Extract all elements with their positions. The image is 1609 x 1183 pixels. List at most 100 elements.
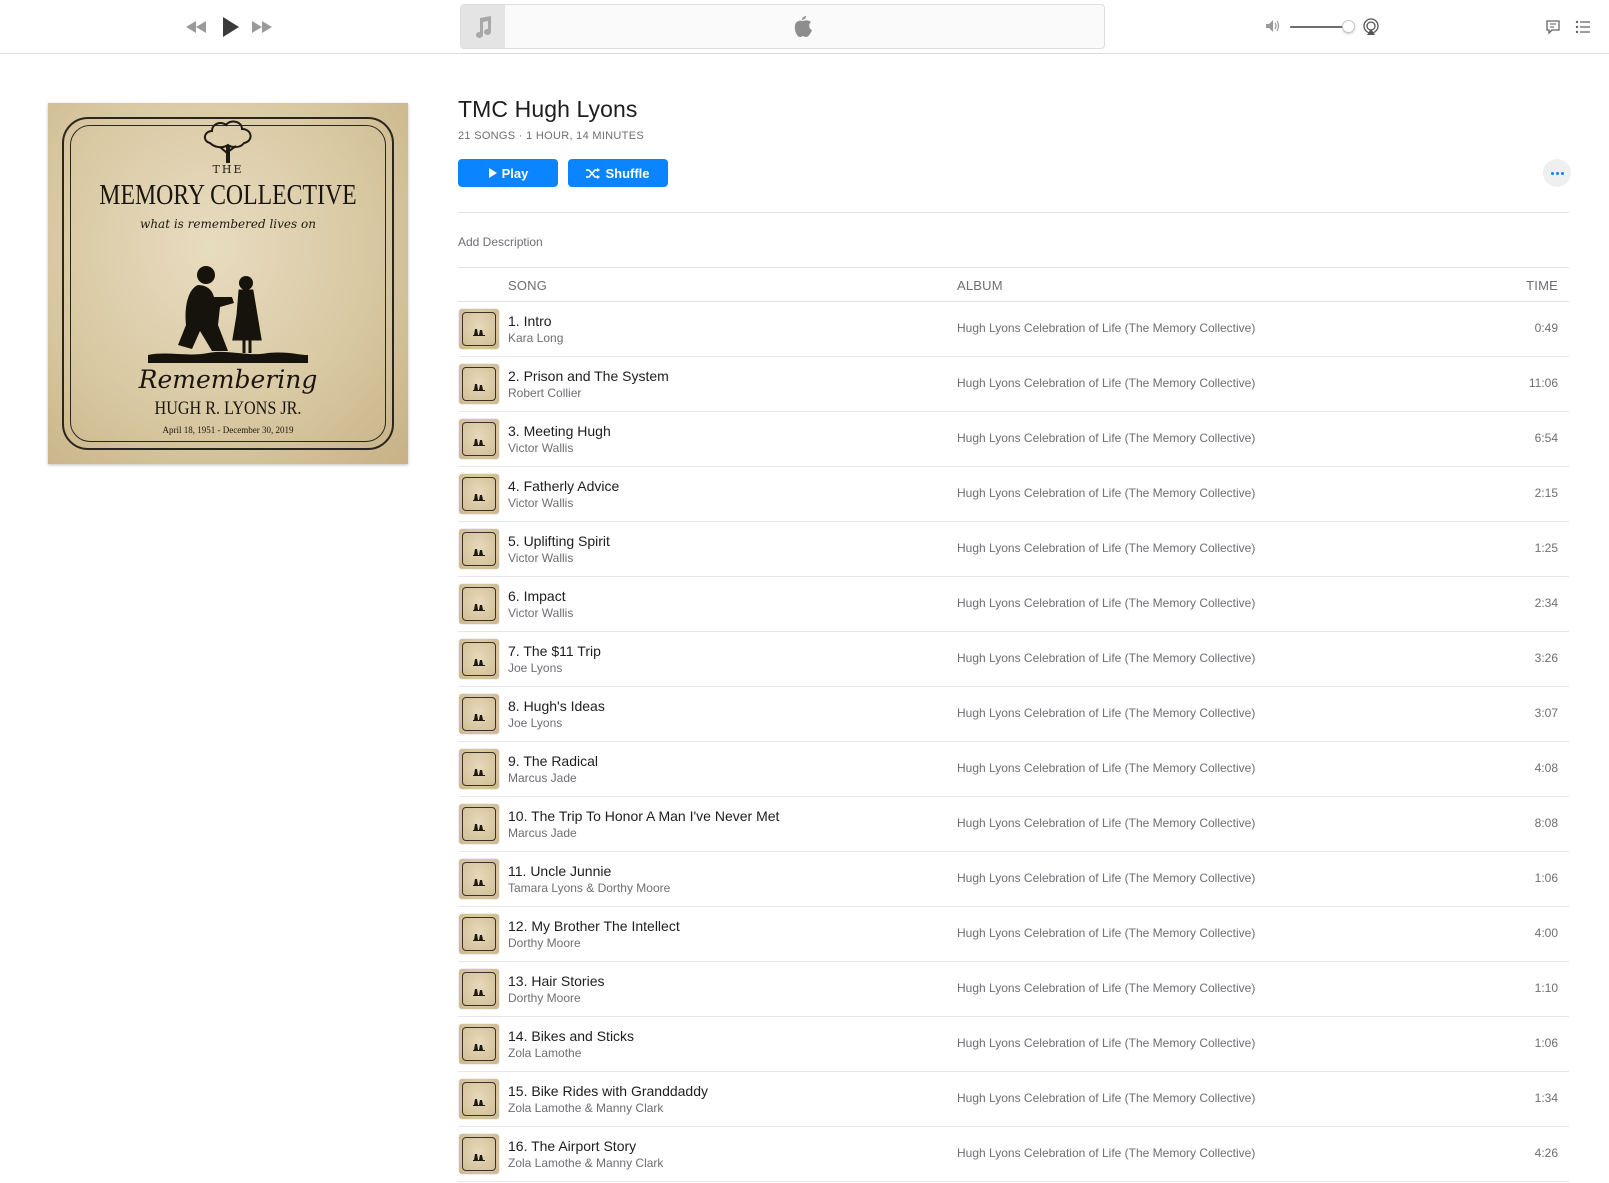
song-time: 1:25 [1534, 541, 1558, 555]
song-artist[interactable]: Marcus Jade [508, 826, 577, 840]
song-album[interactable]: Hugh Lyons Celebration of Life (The Memo… [957, 1036, 1255, 1050]
song-album[interactable]: Hugh Lyons Celebration of Life (The Memo… [957, 1091, 1255, 1105]
song-album[interactable]: Hugh Lyons Celebration of Life (The Memo… [957, 486, 1255, 500]
song-artist[interactable]: Joe Lyons [508, 661, 562, 675]
volume-icon [1264, 18, 1282, 34]
rewind-icon [186, 21, 206, 33]
song-album[interactable]: Hugh Lyons Celebration of Life (The Memo… [957, 596, 1255, 610]
play-playlist-button[interactable]: Play [458, 159, 558, 187]
song-album[interactable]: Hugh Lyons Celebration of Life (The Memo… [957, 1146, 1255, 1160]
column-header-time[interactable]: TIME [1526, 278, 1558, 293]
more-options-button[interactable] [1543, 159, 1571, 187]
song-title: 4. Fatherly Advice [508, 478, 620, 494]
table-row[interactable]: 11. Uncle Junnie Tamara Lyons & Dorthy Mo… [458, 852, 1569, 907]
volume-slider-knob[interactable] [1342, 20, 1355, 33]
song-album[interactable]: Hugh Lyons Celebration of Life (The Memo… [957, 926, 1255, 940]
song-album[interactable]: Hugh Lyons Celebration of Life (The Memo… [957, 376, 1255, 390]
song-album[interactable]: Hugh Lyons Celebration of Life (The Memo… [957, 541, 1255, 555]
song-title: 1. Intro [508, 313, 552, 329]
table-row[interactable]: 12. My Brother The Intellect Dorthy Moore… [458, 907, 1569, 962]
song-time: 11:06 [1528, 376, 1558, 390]
song-title: 6. Impact [508, 588, 566, 604]
table-row[interactable]: 5. Uplifting Spirit Victor Wallis Hugh Lyo… [458, 522, 1569, 577]
song-artwork-thumbnail [459, 804, 499, 844]
lyrics-icon [1546, 20, 1560, 35]
play-button[interactable] [219, 14, 243, 40]
now-playing-display[interactable] [460, 4, 1105, 49]
artwork-title: MEMORY COLLECTIVE [99, 179, 357, 211]
table-row[interactable]: 3. Meeting Hugh Victor Wallis Hugh Lyons C… [458, 412, 1569, 467]
rewind-button[interactable] [184, 17, 208, 37]
song-artist[interactable]: Victor Wallis [508, 551, 573, 565]
song-artwork-thumbnail [459, 914, 499, 954]
song-title: 16. The Airport Story [508, 1138, 637, 1154]
song-artwork-thumbnail [459, 694, 499, 734]
song-time: 1:06 [1534, 1036, 1558, 1050]
song-album[interactable]: Hugh Lyons Celebration of Life (The Memo… [957, 871, 1255, 885]
artwork-remembering: Remembering [138, 365, 318, 394]
table-row[interactable]: 10. The Trip To Honor A Man I've Never M… [458, 797, 1569, 852]
tree-icon [204, 120, 252, 163]
song-artist[interactable]: Dorthy Moore [508, 991, 581, 1005]
music-note-icon [476, 15, 491, 38]
song-artwork-thumbnail [459, 749, 499, 789]
song-artist[interactable]: Victor Wallis [508, 606, 573, 620]
song-artist[interactable]: Zola Lamothe & Manny Clark [508, 1156, 663, 1170]
table-row[interactable]: 6. Impact Victor Wallis Hugh Lyons Celebra… [458, 577, 1569, 632]
song-title: 13. Hair Stories [508, 973, 605, 989]
column-header-song[interactable]: SONG [508, 278, 547, 293]
column-header-album[interactable]: ALBUM [957, 278, 1003, 293]
silhouette-illustration [473, 549, 485, 556]
song-artist[interactable]: Zola Lamothe & Manny Clark [508, 1101, 663, 1115]
song-album[interactable]: Hugh Lyons Celebration of Life (The Memo… [957, 816, 1255, 830]
song-album[interactable]: Hugh Lyons Celebration of Life (The Memo… [957, 706, 1255, 720]
table-row[interactable]: 9. The Radical Marcus Jade Hugh Lyons Cele… [458, 742, 1569, 797]
table-row[interactable]: 1. Intro Kara Long Hugh Lyons Celebration … [458, 302, 1569, 357]
song-album[interactable]: Hugh Lyons Celebration of Life (The Memo… [957, 761, 1255, 775]
ellipsis-icon [1550, 171, 1554, 175]
song-artwork-thumbnail [459, 1079, 499, 1119]
song-title: 3. Meeting Hugh [508, 423, 611, 439]
song-album[interactable]: Hugh Lyons Celebration of Life (The Memo… [957, 321, 1255, 335]
song-title: 7. The $11 Trip [508, 643, 601, 659]
song-artist[interactable]: Marcus Jade [508, 771, 577, 785]
song-artist[interactable]: Kara Long [508, 331, 563, 345]
silhouette-illustration [148, 266, 308, 363]
song-artist[interactable]: Dorthy Moore [508, 936, 581, 950]
lyrics-button[interactable] [1544, 18, 1562, 36]
song-artist[interactable]: Joe Lyons [508, 716, 562, 730]
airplay-button[interactable] [1361, 17, 1381, 37]
queue-button[interactable] [1574, 18, 1592, 36]
song-album[interactable]: Hugh Lyons Celebration of Life (The Memo… [957, 431, 1255, 445]
song-artist[interactable]: Victor Wallis [508, 441, 573, 455]
song-list: 1. Intro Kara Long Hugh Lyons Celebration … [458, 302, 1569, 1182]
table-row[interactable]: 15. Bike Rides with Granddaddy Zola Lamot… [458, 1072, 1569, 1127]
silhouette-illustration [473, 494, 485, 501]
table-row[interactable]: 8. Hugh's Ideas Joe Lyons Hugh Lyons Celeb… [458, 687, 1569, 742]
playlist-meta: 21 SONGS · 1 HOUR, 14 MINUTES [458, 130, 644, 142]
table-row[interactable]: 16. The Airport Story Zola Lamothe & Mann… [458, 1127, 1569, 1182]
song-artist[interactable]: Robert Collier [508, 386, 581, 400]
table-row[interactable]: 7. The $11 Trip Joe Lyons Hugh Lyons Celeb… [458, 632, 1569, 687]
song-title: 9. The Radical [508, 753, 599, 769]
song-artist[interactable]: Zola Lamothe [508, 1046, 581, 1060]
song-artist[interactable]: Tamara Lyons & Dorthy Moore [508, 881, 670, 895]
song-time: 2:15 [1534, 486, 1558, 500]
table-row[interactable]: 13. Hair Stories Dorthy Moore Hugh Lyons C… [458, 962, 1569, 1017]
table-row[interactable]: 14. Bikes and Sticks Zola Lamothe Hugh Lyo… [458, 1017, 1569, 1072]
song-album[interactable]: Hugh Lyons Celebration of Life (The Memo… [957, 981, 1255, 995]
fast-forward-button[interactable] [250, 17, 274, 37]
silhouette-illustration [473, 384, 485, 391]
song-artist[interactable]: Victor Wallis [508, 496, 573, 510]
artwork-name: HUGH R. LYONS JR. [154, 398, 302, 419]
song-time: 1:34 [1534, 1091, 1558, 1105]
artwork-dates: April 18, 1951 - December 30, 2019 [162, 425, 294, 435]
song-album[interactable]: Hugh Lyons Celebration of Life (The Memo… [957, 651, 1255, 665]
silhouette-illustration [473, 769, 485, 776]
add-description-link[interactable]: Add Description [458, 235, 543, 249]
play-icon [488, 168, 497, 178]
table-row[interactable]: 2. Prison and The System Robert Collier Hu… [458, 357, 1569, 412]
table-row[interactable]: 4. Fatherly Advice Victor Wallis Hugh Lyon… [458, 467, 1569, 522]
now-playing-artwork [461, 5, 505, 48]
shuffle-playlist-button[interactable]: Shuffle [568, 159, 668, 187]
